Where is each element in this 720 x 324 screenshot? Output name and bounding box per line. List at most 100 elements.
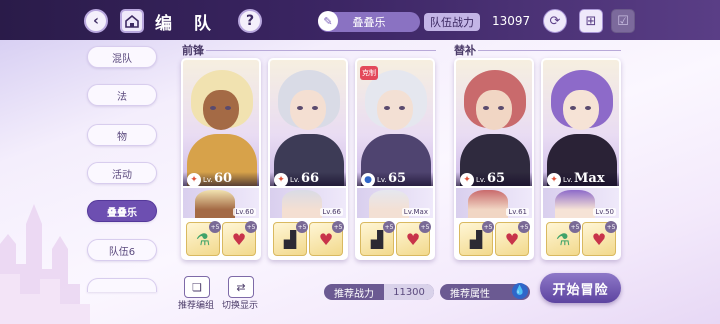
boot-icon: ▟ <box>469 229 483 249</box>
sidebar-item-stack[interactable]: 叠叠乐 <box>87 200 157 222</box>
sidebar-item-label: 法 <box>117 91 127 103</box>
character-card[interactable]: ✦ Lv. 66 Lv.66 ▟ +5 ♥ +5 <box>268 58 348 260</box>
boot-icon: ▟ <box>283 229 297 249</box>
character-card[interactable]: ✦ Lv. 60 Lv.60 ⚗ +5 ♥ +5 <box>181 58 261 260</box>
character-card[interactable]: ✦ Lv. 65 Lv.61 ▟ +5 ♥ +5 <box>454 58 534 260</box>
support-character[interactable]: Lv.60 <box>183 188 259 218</box>
sidebar-item-mixed[interactable]: 混队 <box>87 46 157 68</box>
recommend-power-value: 11300 <box>384 284 434 300</box>
equipment-slot[interactable]: ♥ +5 <box>396 221 431 256</box>
sidebar-item-magic[interactable]: 法 <box>87 84 157 106</box>
enhance-badge: +5 <box>332 221 344 233</box>
heart-gem-icon: ♥ <box>231 229 247 249</box>
sidebar-item-partial[interactable] <box>87 278 157 292</box>
equipment-slot[interactable]: ▟ +5 <box>459 221 494 256</box>
recommend-team-label: 推荐编组 <box>178 301 215 311</box>
support-character[interactable]: Lv.50 <box>543 188 619 218</box>
equipment-row: ▟ +5 ♥ +5 <box>456 220 532 258</box>
character-portrait: ✦ Lv. 66 <box>270 60 346 186</box>
add-team-button[interactable]: ⊞ <box>579 9 603 33</box>
character-eye <box>297 106 303 110</box>
character-eye <box>225 106 231 110</box>
substitute-section-label: 替补 <box>454 44 476 57</box>
support-portrait <box>282 190 322 218</box>
support-character[interactable]: Lv.66 <box>270 188 346 218</box>
support-portrait <box>468 190 508 218</box>
heart-gem-icon: ♥ <box>318 229 334 249</box>
character-face <box>563 90 599 130</box>
recommend-attr-label: 推荐属性 <box>450 288 490 300</box>
heart-gem-icon: ♥ <box>405 229 421 249</box>
support-portrait <box>555 190 595 218</box>
recommend-power-label: 推荐战力 <box>334 288 374 300</box>
character-level: Max <box>574 171 605 186</box>
equipment-slot[interactable]: ▟ +5 <box>273 221 308 256</box>
refresh-icon: ⟳ <box>549 13 561 29</box>
vanguard-section-label: 前锋 <box>182 44 204 57</box>
enhance-badge: +5 <box>419 221 431 233</box>
add-document-icon: ⊞ <box>585 13 597 29</box>
sidebar-item-physical[interactable]: 物 <box>87 124 157 146</box>
equipment-row: ▟ +5 ♥ +5 <box>270 220 346 258</box>
equipment-row: ⚗ +5 ♥ +5 <box>543 220 619 258</box>
fire-icon: ✦ <box>547 173 561 186</box>
team-power-value: 13097 <box>492 14 531 28</box>
sidebar-item-label: 队伍6 <box>108 246 136 258</box>
character-card[interactable]: ● Lv. 65 Lv.Max ▟ +5 ♥ +5 克制 <box>355 58 435 260</box>
character-card[interactable]: ✦ Lv. Max Lv.50 ⚗ +5 ♥ +5 <box>541 58 621 260</box>
enhance-badge: +5 <box>518 221 530 233</box>
help-button[interactable]: ? <box>238 9 262 33</box>
equipment-slot[interactable]: ♥ +5 <box>495 221 530 256</box>
character-level: 65 <box>487 171 506 186</box>
team-power-label: 队伍战力 <box>424 13 480 31</box>
character-portrait: ✦ Lv. Max <box>543 60 619 186</box>
character-eye <box>483 106 489 110</box>
start-adventure-label: 开始冒险 <box>552 282 609 298</box>
equipment-slot[interactable]: ♥ +5 <box>582 221 617 256</box>
restrain-badge: 克制 <box>360 66 378 80</box>
level-prefix: Lv. <box>290 176 300 184</box>
enhance-badge: +5 <box>383 221 395 233</box>
equipment-slot[interactable]: ⚗ +5 <box>546 221 581 256</box>
substitute-divider <box>478 50 621 51</box>
enhance-badge: +5 <box>296 221 308 233</box>
equipment-slot[interactable]: ▟ +5 <box>360 221 395 256</box>
back-button[interactable]: ‹ <box>84 9 108 33</box>
enhance-badge: +5 <box>245 221 257 233</box>
team-name: 叠叠乐 <box>352 16 386 29</box>
character-face <box>203 90 239 130</box>
enhance-badge: +5 <box>209 221 221 233</box>
support-character[interactable]: Lv.Max <box>357 188 433 218</box>
level-prefix: Lv. <box>377 176 387 184</box>
equipment-row: ⚗ +5 ♥ +5 <box>183 220 259 258</box>
bookmark-icon: ❏ <box>192 280 202 294</box>
enhance-badge: +5 <box>569 221 581 233</box>
switch-display-label: 切换显示 <box>222 301 259 311</box>
green-potion-icon: ⚗ <box>195 229 211 249</box>
character-eye <box>498 106 504 110</box>
sidebar-item-team6[interactable]: 队伍6 <box>87 239 157 261</box>
support-level: Lv.60 <box>233 208 256 216</box>
heart-gem-icon: ♥ <box>504 229 520 249</box>
recommend-team-button[interactable]: ❏ <box>184 276 210 298</box>
home-button[interactable] <box>120 9 144 33</box>
start-adventure-button[interactable]: 开始冒险 <box>540 273 621 303</box>
feather-icon[interactable]: ✎ <box>318 11 338 31</box>
character-eye <box>210 106 216 110</box>
home-icon <box>125 14 139 28</box>
sidebar-item-label: 叠叠乐 <box>107 207 137 219</box>
fire-icon: ✦ <box>187 173 201 186</box>
switch-display-button[interactable]: ⇄ <box>228 276 254 298</box>
equipment-slot[interactable]: ♥ +5 <box>222 221 257 256</box>
sidebar-item-label: 混队 <box>112 53 132 65</box>
character-face <box>290 90 326 130</box>
equipment-slot[interactable]: ⚗ +5 <box>186 221 221 256</box>
checklist-button[interactable]: ☑ <box>611 9 635 33</box>
character-eye <box>384 106 390 110</box>
refresh-button[interactable]: ⟳ <box>543 9 567 33</box>
character-face <box>476 90 512 130</box>
support-level: Lv.Max <box>401 208 430 216</box>
sidebar-item-event[interactable]: 活动 <box>87 162 157 184</box>
equipment-slot[interactable]: ♥ +5 <box>309 221 344 256</box>
support-character[interactable]: Lv.61 <box>456 188 532 218</box>
